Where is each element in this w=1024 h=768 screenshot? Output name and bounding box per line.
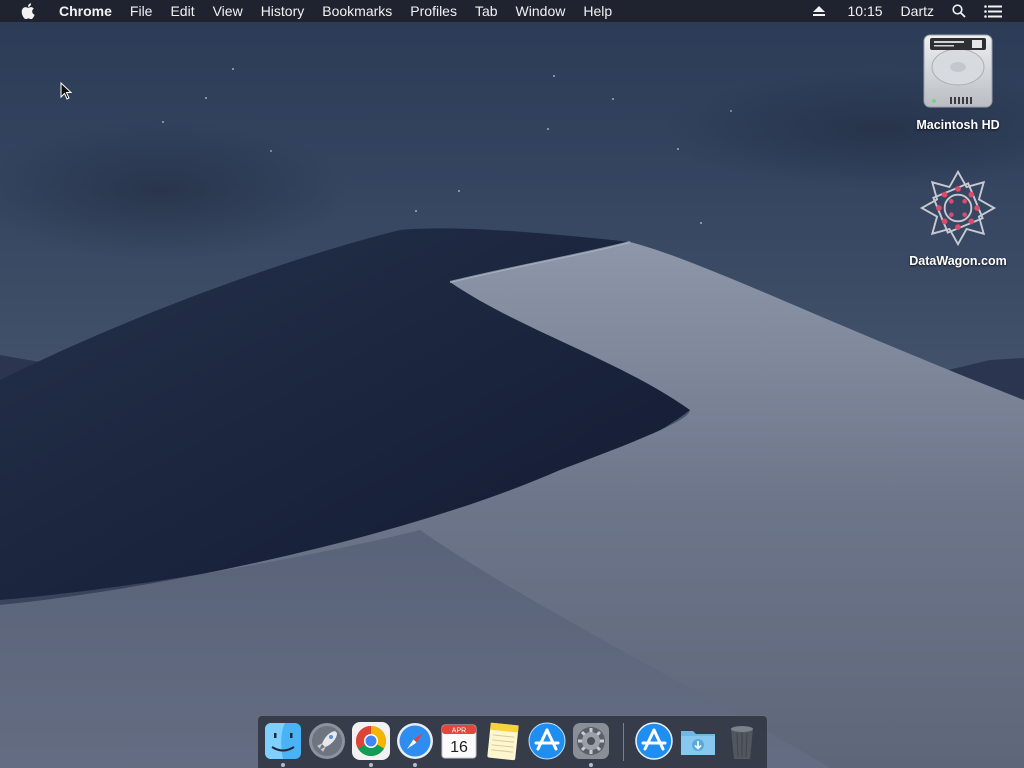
menu-history[interactable]: History [252,0,314,22]
eject-icon[interactable] [804,6,839,16]
calendar-day: 16 [450,739,468,756]
chrome-icon [352,722,390,760]
datawagon-logo-icon [918,168,998,248]
finder-icon [265,723,301,759]
menubar-clock[interactable]: 10:15 [839,0,892,22]
desktop-icon-label: Macintosh HD [916,118,1000,132]
downloads-folder-icon [681,731,715,755]
menu-file[interactable]: File [121,0,162,22]
desktop-icon-datawagon[interactable]: DataWagon.com [903,168,1013,268]
dock: APR 16 [257,715,768,768]
notes-icon [487,722,519,761]
dune-landscape [0,70,1024,768]
menu-profiles[interactable]: Profiles [401,0,466,22]
menu-bookmarks[interactable]: Bookmarks [313,0,401,22]
dock-divider [623,723,624,761]
dock-chrome[interactable] [351,721,391,761]
running-indicator [281,763,285,767]
menu-help[interactable]: Help [574,0,621,22]
dock-downloads-folder[interactable] [678,721,718,761]
dock-finder[interactable] [263,721,303,761]
desktop-icon-macintosh-hd[interactable]: Macintosh HD [903,32,1013,132]
calendar-month: APR [452,728,466,735]
running-indicator [413,763,417,767]
applications-stack-icon [635,722,673,760]
calendar-icon: APR 16 [441,724,477,759]
dock-notes[interactable] [483,721,523,761]
menu-bar: Chrome File Edit View History Bookmarks … [0,0,1024,22]
dock-system-preferences[interactable] [571,721,611,761]
dock-safari[interactable] [395,721,435,761]
menu-tab[interactable]: Tab [466,0,507,22]
mouse-cursor-icon [60,81,73,105]
trash-icon [731,726,753,759]
safari-icon [397,723,433,759]
menubar-user[interactable]: Dartz [892,0,943,22]
hard-drive-icon [918,32,998,112]
system-preferences-icon [573,723,609,759]
app-menu-chrome[interactable]: Chrome [50,0,121,22]
apple-menu-icon[interactable] [20,3,36,19]
menu-view[interactable]: View [204,0,252,22]
launchpad-icon [309,723,345,759]
dock-app-store[interactable] [527,721,567,761]
dock-trash[interactable] [722,721,762,761]
dock-launchpad[interactable] [307,721,347,761]
spotlight-search-icon[interactable] [943,4,975,18]
desktop-wallpaper [0,0,1024,768]
menu-window[interactable]: Window [507,0,575,22]
dock-calendar[interactable]: APR 16 [439,721,479,761]
running-indicator [369,763,373,767]
menu-edit[interactable]: Edit [161,0,203,22]
notification-center-icon[interactable] [975,4,1024,18]
desktop-icon-label: DataWagon.com [909,254,1007,268]
running-indicator [589,763,593,767]
dock-applications-folder[interactable] [634,721,674,761]
app-store-icon [528,722,566,760]
